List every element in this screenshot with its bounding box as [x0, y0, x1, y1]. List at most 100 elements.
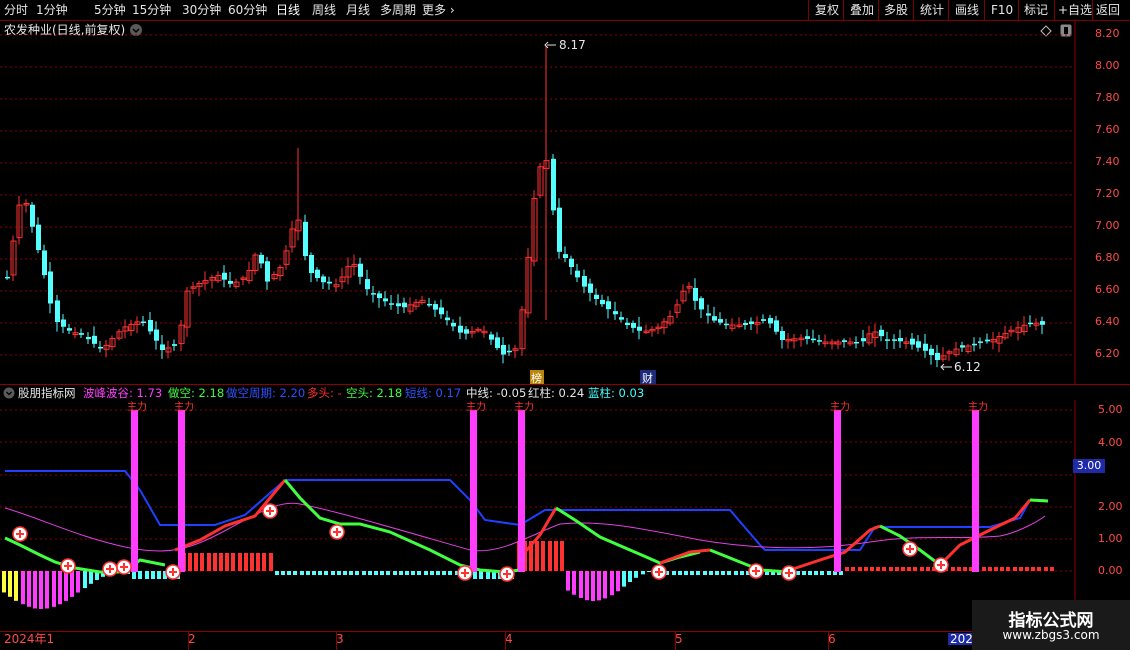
indicator-bar — [213, 553, 217, 571]
candle-body — [712, 316, 717, 321]
indicator-bar — [678, 571, 682, 575]
back-button[interactable]: 返回 — [1096, 2, 1120, 18]
period-toolbar: 分时 1分钟 5分钟 15分钟 30分钟 60分钟 日线 周线 月线 多周期 更… — [0, 0, 1130, 21]
indicator-bar — [566, 571, 570, 591]
buy-signal-icon — [651, 564, 667, 580]
indicator-bar — [709, 571, 713, 575]
candle-body — [445, 317, 450, 321]
f10-button[interactable]: F10 — [991, 2, 1013, 18]
candle-body — [371, 293, 376, 295]
indicator-bar — [560, 541, 564, 571]
candle-body — [507, 350, 512, 353]
indicator-bar — [572, 571, 576, 595]
indicator-bar — [901, 567, 905, 571]
candle-body — [30, 204, 35, 227]
candle-body — [1028, 322, 1033, 325]
indicator-chart[interactable]: 主力 主力 主力 主力 主力 主力 — [0, 400, 1130, 632]
candle-body — [743, 322, 748, 325]
tab-fenshi[interactable]: 分时 — [4, 2, 28, 18]
multi-stock-button[interactable]: 多股 — [884, 2, 908, 18]
indicator-bar — [920, 567, 924, 571]
trend-line-segment — [938, 499, 1032, 567]
indicator-bar — [244, 553, 248, 571]
tab-monthly[interactable]: 月线 — [346, 2, 370, 18]
candle-body — [811, 338, 816, 341]
indicator-bar — [27, 571, 31, 607]
chevron-right-icon: › — [449, 3, 455, 17]
watermark-url: www.zbgs3.com — [1002, 628, 1100, 642]
indicator-bar — [430, 571, 434, 575]
date-tick: 5 — [675, 632, 683, 646]
legend-peak-valley: 波峰波谷: 1.73 — [83, 386, 163, 400]
candle-body — [619, 317, 624, 320]
main-force-label: 主力 — [466, 400, 486, 413]
indicator-bar — [89, 571, 93, 584]
indicator-bar — [882, 567, 886, 571]
tab-30min[interactable]: 30分钟 — [182, 2, 221, 18]
indicator-bar — [219, 553, 223, 571]
tab-60min[interactable]: 60分钟 — [228, 2, 267, 18]
indicator-bar — [641, 571, 645, 575]
main-force-pillar — [470, 410, 477, 572]
indicator-bar — [300, 571, 304, 575]
candlestick-chart[interactable]: 8.17 6.12 榜 财 — [0, 20, 1130, 385]
indicator-bar — [238, 553, 242, 571]
date-tick: 4 — [505, 632, 513, 646]
indicator-bar — [814, 571, 818, 575]
tab-15min[interactable]: 15分钟 — [132, 2, 171, 18]
indicator-bar — [262, 553, 266, 571]
candle-body — [985, 339, 990, 342]
indicator-bar — [597, 571, 601, 601]
legend-midline: 中线: -0.05 — [466, 386, 527, 400]
chevron-down-icon[interactable] — [3, 387, 15, 399]
indicator-bar — [250, 553, 254, 571]
candle-body — [817, 340, 822, 342]
indicator-bar — [362, 571, 366, 575]
tab-1min[interactable]: 1分钟 — [36, 2, 68, 18]
buy-signal-icon — [262, 503, 278, 519]
buy-signal-icon — [748, 563, 764, 579]
indicator-bar — [448, 571, 452, 575]
tab-daily[interactable]: 日线 — [276, 2, 300, 18]
indicator-bar — [913, 567, 917, 571]
candle-body — [265, 261, 270, 282]
indicator-bar — [827, 571, 831, 575]
candle-body — [842, 340, 847, 342]
indicator-bar — [33, 571, 37, 609]
candle-body — [563, 254, 568, 258]
add-watchlist-button[interactable]: +自选 — [1058, 2, 1092, 18]
indicator-tick: 2.00 — [1098, 500, 1123, 513]
tab-more[interactable]: 更多 › — [422, 2, 455, 18]
tab-5min[interactable]: 5分钟 — [94, 2, 126, 18]
indicator-bar — [734, 571, 738, 575]
restore-rights-button[interactable]: 复权 — [815, 2, 839, 18]
indicator-bar — [194, 553, 198, 571]
indicator-bar — [145, 571, 149, 579]
indicator-bar — [696, 571, 700, 575]
candle-body — [377, 293, 382, 298]
indicator-tick: 1.00 — [1098, 532, 1123, 545]
price-tick: 7.20 — [1095, 187, 1120, 200]
statistics-button[interactable]: 统计 — [920, 2, 944, 18]
tab-multi-period[interactable]: 多周期 — [380, 2, 416, 18]
indicator-bar — [393, 571, 397, 575]
candle-body — [916, 341, 921, 348]
draw-line-button[interactable]: 画线 — [955, 2, 979, 18]
legend-shortline: 短线: 0.17 — [405, 386, 462, 400]
indicator-name[interactable]: 股朋指标网 — [18, 386, 76, 400]
candle-body — [631, 322, 636, 328]
indicator-bar — [1037, 567, 1041, 571]
tab-weekly[interactable]: 周线 — [312, 2, 336, 18]
candle-body — [861, 338, 866, 342]
legend-bear: 空头: 2.18 — [346, 386, 403, 400]
candle-body — [5, 276, 10, 279]
mark-button[interactable]: 标记 — [1024, 2, 1048, 18]
overlay-button[interactable]: 叠加 — [850, 2, 874, 18]
indicator-bar — [740, 571, 744, 575]
price-tick: 7.40 — [1095, 155, 1120, 168]
indicator-bar — [690, 571, 694, 575]
candle-body — [67, 328, 72, 331]
indicator-bar — [399, 571, 403, 575]
indicator-bar — [1050, 567, 1054, 571]
indicator-bar — [52, 571, 56, 607]
